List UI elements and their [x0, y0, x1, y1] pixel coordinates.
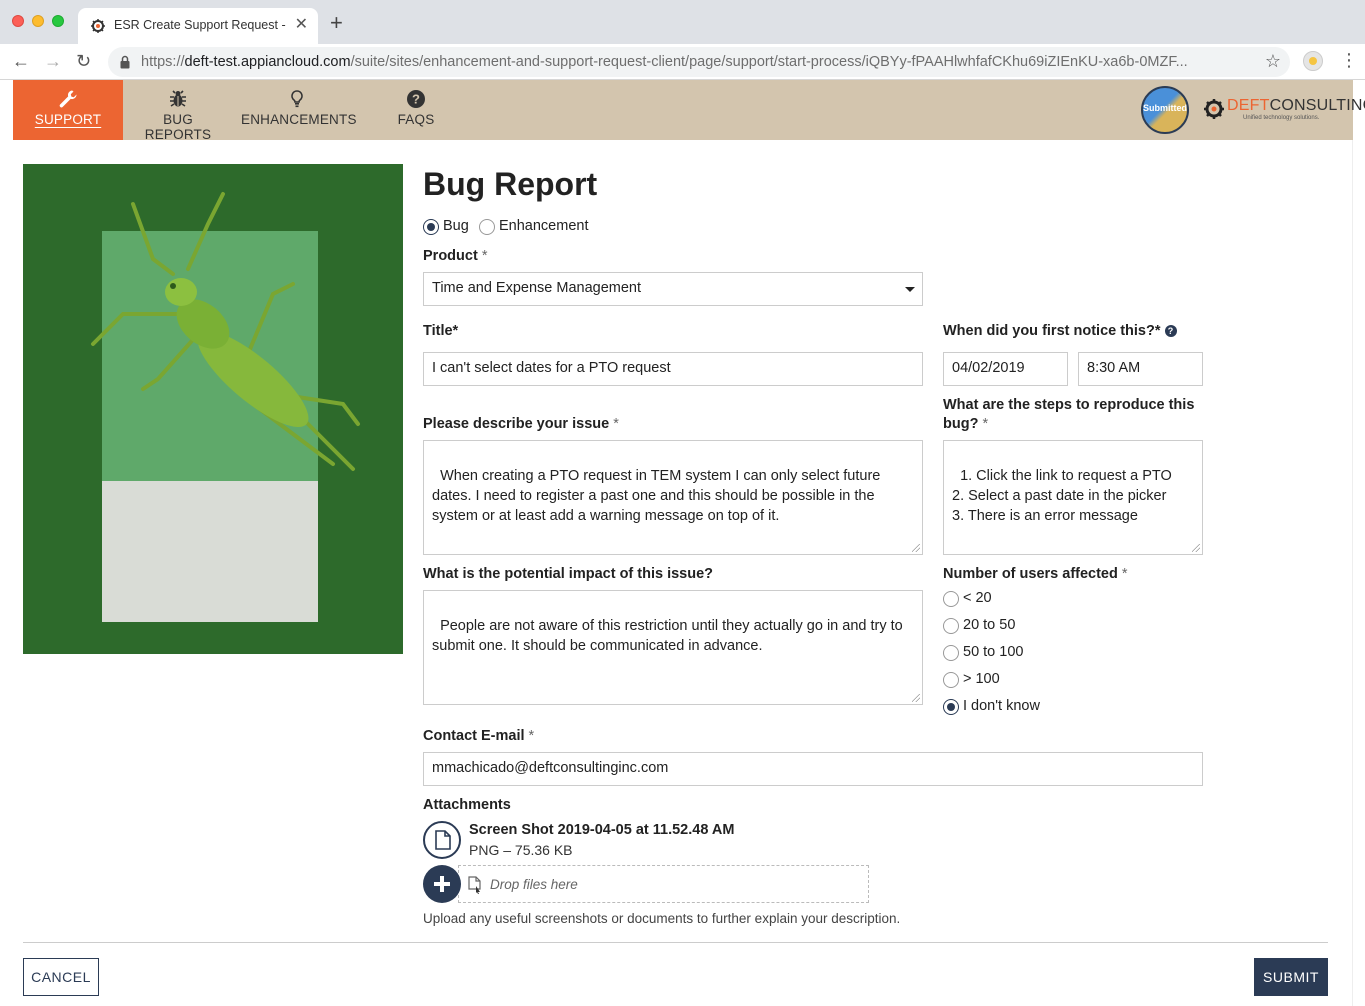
bookmark-star-icon[interactable]: ☆ [1265, 51, 1281, 72]
deft-consulting-logo: DEFTCONSULTING Unified technology soluti… [1203, 96, 1365, 126]
title-input[interactable]: I can't select dates for a PTO request [423, 352, 923, 386]
nav-bug-reports[interactable]: BUG REPORTS [133, 80, 223, 142]
steps-textarea[interactable]: 1. Click the link to request a PTO 2. Se… [943, 440, 1203, 555]
url-omnibox[interactable]: https://deft-test.appiancloud.com/suite/… [108, 47, 1290, 77]
logo-consulting-text: CONSULTING [1269, 97, 1365, 114]
file-icon [423, 821, 461, 859]
users-radio-gt100[interactable] [943, 672, 959, 688]
resize-grip-icon[interactable] [912, 544, 920, 552]
nav-faqs[interactable]: ? FAQS [383, 80, 449, 140]
steps-label-line1: What are the steps to reproduce this [943, 397, 1195, 413]
window-close-button[interactable] [12, 15, 24, 27]
users-radio-20-50-label: 20 to 50 [963, 617, 1016, 633]
grasshopper-photo [23, 164, 403, 654]
product-label: Product * [423, 248, 488, 264]
type-radio-enhancement[interactable] [479, 219, 495, 235]
users-radio-20-50[interactable] [943, 618, 959, 634]
cancel-button[interactable]: CANCEL [23, 958, 99, 996]
users-radio-dont-know-label: I don't know [963, 698, 1040, 714]
add-attachment-button[interactable] [423, 865, 461, 903]
type-radio-enhancement-label: Enhancement [499, 218, 589, 234]
chevron-down-icon [905, 287, 915, 292]
url-text: https://deft-test.appiancloud.com/suite/… [141, 54, 1188, 70]
nav-bug-reports-label: BUG REPORTS [144, 112, 212, 142]
users-radio-lt20[interactable] [943, 591, 959, 607]
nav-enhancements-label: ENHANCEMENTS [241, 112, 357, 127]
attachments-help-text: Upload any useful screenshots or documen… [423, 911, 901, 926]
impact-textarea[interactable]: People are not aware of this restriction… [423, 590, 923, 705]
resize-grip-icon[interactable] [1192, 544, 1200, 552]
wrench-icon [59, 90, 77, 108]
window-minimize-button[interactable] [32, 15, 44, 27]
title-label: Title* [423, 323, 459, 339]
attachments-label: Attachments [423, 797, 511, 813]
gear-logo-icon [1204, 99, 1224, 119]
app-header: SUPPORT BUG REPORTS ENHANCEMENTS ? FAQS … [13, 80, 1365, 142]
browser-tab-bar: ESR Create Support Request - ✕ + [0, 0, 1365, 44]
description-text: When creating a PTO request in TEM syste… [432, 468, 885, 524]
users-radio-50-100[interactable] [943, 645, 959, 661]
help-icon[interactable]: ? [1164, 325, 1177, 337]
logo-tagline: Unified technology solutions. [1243, 115, 1320, 121]
reload-icon[interactable]: ↻ [76, 50, 91, 72]
impact-label: What is the potential impact of this iss… [423, 566, 714, 582]
question-circle-icon: ? [407, 90, 425, 108]
submitted-badge[interactable]: Submitted [1141, 86, 1189, 134]
product-select[interactable]: Time and Expense Management [423, 272, 923, 306]
description-label: Please describe your issue * [423, 416, 619, 432]
notice-label: When did you first notice this?*? [943, 323, 1177, 339]
steps-text: 1. Click the link to request a PTO 2. Se… [952, 468, 1172, 524]
attachment-file-meta: PNG – 75.36 KB [469, 842, 573, 858]
users-radio-lt20-label: < 20 [963, 590, 992, 606]
nav-faqs-label: FAQS [397, 112, 435, 127]
grasshopper-illustration [91, 192, 360, 471]
upload-file-icon [468, 876, 481, 894]
attachment-file-name[interactable]: Screen Shot 2019-04-05 at 11.52.48 AM [469, 822, 734, 838]
browser-tab[interactable]: ESR Create Support Request - ✕ [78, 8, 318, 44]
dropzone-text: Drop files here [490, 877, 578, 892]
page-scrollbar[interactable] [1352, 140, 1365, 1006]
bug-icon [170, 90, 186, 107]
svg-text:?: ? [412, 92, 420, 107]
lightbulb-icon [291, 90, 303, 108]
file-dropzone[interactable]: Drop files here [458, 865, 869, 903]
product-select-value: Time and Expense Management [432, 280, 642, 296]
submit-button[interactable]: SUBMIT [1254, 958, 1328, 996]
submitted-badge-text: Submitted [1143, 103, 1187, 113]
back-arrow-icon[interactable]: ← [12, 50, 30, 72]
tab-close-icon[interactable]: ✕ [295, 16, 308, 34]
new-tab-button[interactable]: + [330, 12, 343, 34]
lock-icon [120, 55, 130, 69]
users-affected-label: Number of users affected * [943, 566, 1128, 582]
users-radio-dont-know[interactable] [943, 699, 959, 715]
deft-favicon-icon [91, 19, 105, 33]
logo-deft-text: DEFT [1227, 97, 1270, 114]
impact-text: People are not aware of this restriction… [432, 618, 907, 654]
page-title: Bug Report [423, 166, 598, 202]
resize-grip-icon[interactable] [912, 694, 920, 702]
type-radio-bug-label: Bug [443, 218, 469, 234]
steps-label-line2: bug? * [943, 416, 989, 432]
address-bar: ← → ↻ https://deft-test.appiancloud.com/… [0, 44, 1365, 80]
email-input[interactable]: mmachicado@deftconsultinginc.com [423, 752, 1203, 786]
nav-support[interactable]: SUPPORT [13, 80, 123, 140]
browser-menu-icon[interactable]: ⋮ [1340, 50, 1358, 71]
notice-time-input[interactable]: 8:30 AM [1078, 352, 1203, 386]
extension-icon[interactable] [1303, 51, 1323, 71]
window-maximize-button[interactable] [52, 15, 64, 27]
type-radio-bug[interactable] [423, 219, 439, 235]
email-label: Contact E-mail * [423, 728, 535, 744]
notice-date-input[interactable]: 04/02/2019 [943, 352, 1068, 386]
nav-support-label: SUPPORT [34, 112, 102, 127]
footer-divider [23, 942, 1328, 943]
tab-title: ESR Create Support Request - [114, 18, 286, 32]
users-radio-50-100-label: 50 to 100 [963, 644, 1024, 660]
users-radio-gt100-label: > 100 [963, 671, 1000, 687]
nav-enhancements[interactable]: ENHANCEMENTS [241, 80, 357, 140]
forward-arrow-icon[interactable]: → [44, 50, 62, 72]
description-textarea[interactable]: When creating a PTO request in TEM syste… [423, 440, 923, 555]
